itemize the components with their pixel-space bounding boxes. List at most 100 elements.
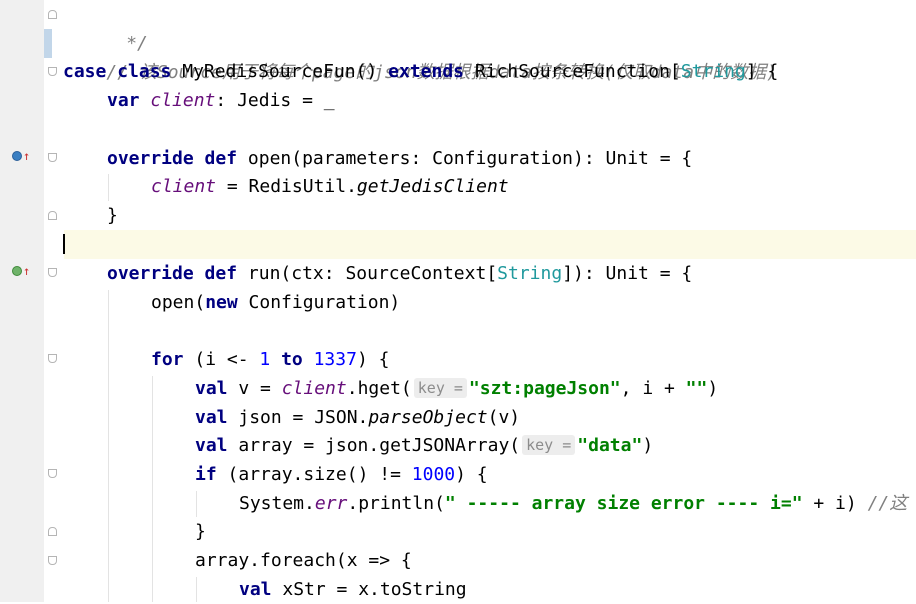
keyword: val — [195, 378, 228, 399]
vcs-change-marker[interactable] — [44, 29, 52, 58]
comment: //这 — [867, 493, 908, 514]
fold-toggle-icon[interactable] — [48, 527, 57, 536]
code-line[interactable]: client = RedisUtil.getJedisClient — [151, 172, 509, 201]
fold-toggle-icon[interactable] — [48, 67, 57, 76]
keyword: var — [107, 90, 140, 111]
keyword: val — [195, 407, 228, 428]
code-text: System. — [239, 493, 315, 514]
code-text: : Jedis = _ — [215, 90, 335, 111]
fold-toggle-icon[interactable] — [48, 268, 57, 277]
code-text: array = json.getJSONArray( — [227, 435, 521, 456]
method-call: open( — [151, 292, 206, 313]
keyword: def — [204, 263, 238, 284]
keyword: for — [151, 349, 184, 370]
text-caret — [63, 234, 65, 254]
keyword: val — [239, 579, 272, 600]
keyword: to — [281, 349, 303, 370]
fold-toggle-icon[interactable] — [48, 354, 57, 363]
code-text: Configuration) — [237, 292, 401, 313]
code-text: + i) — [802, 493, 868, 514]
code-line[interactable]: // 该Source用于将每个page的json数据根据data按条转换(仅取d… — [63, 29, 777, 83]
string-literal: "" — [685, 378, 708, 399]
number-literal: 1 — [259, 349, 271, 370]
line-number-gutter[interactable] — [0, 0, 44, 602]
indent-guide — [196, 491, 197, 517]
code-line[interactable]: */ — [72, 0, 148, 54]
method-signature: open(parameters: Configuration): Unit = … — [247, 148, 693, 169]
parameter-hint: key = — [413, 378, 467, 398]
brace: } — [107, 205, 118, 226]
code-line[interactable]: array.foreach(x => { — [195, 546, 412, 575]
number-literal: 1000 — [411, 464, 456, 485]
code-text: ) { — [455, 464, 488, 485]
override-arrow-icon[interactable]: ↑ — [23, 150, 30, 162]
code-line[interactable]: for (i <- 1 to 1337) { — [151, 345, 389, 374]
code-line[interactable]: override def open(parameters: Configurat… — [107, 144, 692, 173]
code-line[interactable]: case class MyRedisSourceFun() extends Ri… — [63, 57, 778, 86]
override-arrow-icon[interactable]: ↑ — [23, 265, 30, 277]
code-line[interactable]: val xStr = x.toString — [239, 575, 467, 604]
keyword: extends — [388, 61, 464, 82]
code-text: (v) — [487, 407, 521, 428]
code-line[interactable]: override def run(ctx: SourceContext[Stri… — [107, 259, 692, 288]
parameter-hint: key = — [522, 435, 576, 455]
code-text: json = JSON. — [227, 407, 369, 428]
code-text: xStr = x.toString — [271, 579, 467, 600]
code-text: , i + — [620, 378, 686, 399]
code-text: = RedisUtil. — [216, 176, 357, 197]
method-call: parseObject — [368, 407, 488, 428]
keyword: override — [107, 148, 194, 169]
indent-guide — [108, 290, 109, 602]
field-name: client — [150, 90, 216, 111]
code-line[interactable]: open(new Configuration) — [151, 288, 400, 317]
keyword: val — [195, 435, 228, 456]
fold-toggle-icon[interactable] — [48, 211, 57, 220]
code-line[interactable]: System.err.println(" ----- array size er… — [239, 489, 907, 518]
keyword: def — [204, 148, 238, 169]
code-text: array.foreach(x => { — [195, 550, 412, 571]
implements-method-icon[interactable] — [12, 151, 22, 161]
code-line[interactable]: if (array.size() != 1000) { — [195, 460, 488, 489]
code-text: ] { — [745, 61, 779, 82]
code-line[interactable]: } — [195, 517, 206, 546]
base-class: RichSourceFunction[ — [474, 61, 681, 82]
number-literal: 1337 — [313, 349, 357, 370]
type-name: String — [680, 61, 746, 82]
keyword: override — [107, 263, 194, 284]
current-line-highlight — [64, 230, 916, 259]
string-literal: " ----- array size error ---- i=" — [444, 493, 803, 514]
code-line[interactable]: val v = client.hget(key = "szt:pageJson",… — [195, 374, 718, 403]
type-name: String — [497, 263, 563, 284]
fold-toggle-icon[interactable] — [48, 153, 57, 162]
code-text: v = — [227, 378, 282, 399]
indent-guide — [108, 174, 109, 201]
fold-toggle-icon[interactable] — [48, 469, 57, 478]
code-text: (i <- — [183, 349, 260, 370]
code-line[interactable]: var client: Jedis = _ — [107, 86, 335, 115]
method-call: getJedisClient — [356, 176, 509, 197]
code-line[interactable]: val array = json.getJSONArray(key = "data… — [195, 431, 653, 460]
code-text: ) — [707, 378, 719, 399]
implements-method-icon[interactable] — [12, 266, 22, 276]
code-line[interactable]: val json = JSON.parseObject(v) — [195, 403, 520, 432]
keyword: new — [205, 292, 238, 313]
string-literal: "data" — [577, 435, 643, 456]
code-text: ) { — [356, 349, 390, 370]
fold-toggle-icon[interactable] — [48, 556, 57, 565]
keyword: class — [117, 61, 172, 82]
indent-guide — [152, 376, 153, 602]
method-signature: ]): Unit = { — [562, 263, 693, 284]
code-line[interactable]: } — [107, 201, 118, 230]
method-signature: run(ctx: SourceContext[ — [247, 263, 498, 284]
field-name: client — [151, 176, 217, 197]
code-text: ) — [642, 435, 654, 456]
brace: } — [195, 521, 206, 542]
class-name: MyRedisSourceFun() — [182, 61, 389, 82]
keyword: if — [195, 464, 217, 485]
fold-toggle-icon[interactable] — [48, 10, 57, 19]
code-text: .hget( — [346, 378, 412, 399]
code-text: (array.size() != — [216, 464, 412, 485]
field-name: err — [314, 493, 348, 514]
indent-guide — [196, 577, 197, 602]
field-name: client — [281, 378, 347, 399]
